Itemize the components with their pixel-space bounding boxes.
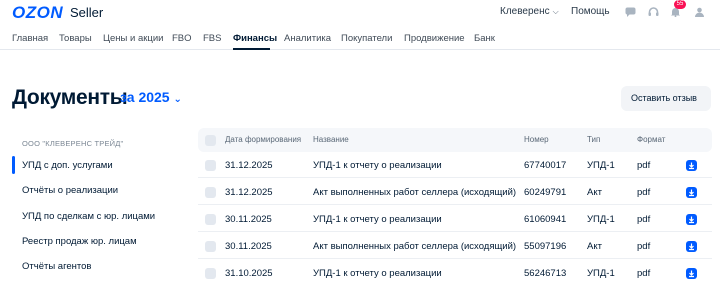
cell-number: 55097196 <box>524 241 567 252</box>
column-header-date[interactable]: Дата формирования <box>225 135 301 144</box>
chevron-down-icon: ⌵ <box>552 7 559 16</box>
top-bar: OZON Seller Клеверенс ⌵ Помощь 55 <box>0 0 720 26</box>
nav-item-fbs[interactable]: FBS <box>203 33 221 44</box>
cell-type: УПД-1 <box>587 268 615 279</box>
cell-number: 60249791 <box>524 187 567 198</box>
cell-date: 30.11.2025 <box>225 214 272 225</box>
sidebar-item-agent-reports[interactable]: Отчёты агентов <box>22 261 91 272</box>
period-label: за 2025 <box>120 89 170 105</box>
help-link[interactable]: Помощь <box>571 6 610 17</box>
company-selector[interactable]: Клеверенс ⌵ <box>500 6 559 17</box>
cell-number: 67740017 <box>524 160 567 171</box>
cell-format: pdf <box>637 187 651 198</box>
row-checkbox[interactable] <box>205 241 216 252</box>
chevron-down-icon: ⌄ <box>173 94 182 105</box>
cell-format: pdf <box>637 268 651 279</box>
seller-label: Seller <box>70 5 104 20</box>
cell-format: pdf <box>637 214 651 225</box>
sidebar-item-sales-reports[interactable]: Отчёты о реализации <box>22 185 118 196</box>
sidebar-item-upd-services[interactable]: УПД с доп. услугами <box>22 160 113 171</box>
nav-item-main[interactable]: Главная <box>12 33 48 44</box>
cell-number: 61060941 <box>524 214 567 225</box>
table-row[interactable]: 30.11.2025 УПД-1 к отчету о реализации 6… <box>198 206 712 232</box>
cell-type: УПД-1 <box>587 160 615 171</box>
cell-name: Акт выполненных работ селлера (исходящий… <box>313 241 517 252</box>
download-icon[interactable] <box>686 241 697 252</box>
chat-icon[interactable] <box>625 7 636 17</box>
cell-type: УПД-1 <box>587 214 615 225</box>
column-header-number[interactable]: Номер <box>524 135 549 144</box>
cell-type: Акт <box>587 241 602 252</box>
cell-date: 31.10.2025 <box>225 268 273 279</box>
page-title: Документы <box>12 86 128 109</box>
sidebar-item-upd-legal[interactable]: УПД по сделкам с юр. лицами <box>22 211 155 222</box>
row-checkbox[interactable] <box>205 214 216 225</box>
cell-name: УПД-1 к отчету о реализации <box>313 268 442 279</box>
download-icon[interactable] <box>686 187 697 198</box>
leave-review-button[interactable]: Оставить отзыв <box>621 86 711 111</box>
nav-item-promotion[interactable]: Продвижение <box>404 33 465 44</box>
nav-item-products[interactable]: Товары <box>59 33 92 44</box>
table-header: Дата формирования Название Номер Тип Фор… <box>198 128 712 152</box>
row-checkbox[interactable] <box>205 160 216 171</box>
column-header-name[interactable]: Название <box>313 135 349 144</box>
ozon-logo[interactable]: OZON <box>12 3 63 23</box>
table-row[interactable]: 31.12.2025 Акт выполненных работ селлера… <box>198 179 712 205</box>
nav-item-fbo[interactable]: FBO <box>172 33 192 44</box>
sidebar-active-indicator <box>12 156 15 174</box>
column-header-format[interactable]: Формат <box>637 135 665 144</box>
cell-name: Акт выполненных работ селлера (исходящий… <box>313 187 517 198</box>
table-row[interactable]: 30.11.2025 Акт выполненных работ селлера… <box>198 233 712 259</box>
row-checkbox[interactable] <box>205 187 216 198</box>
cell-date: 30.11.2025 <box>225 241 272 252</box>
column-header-type[interactable]: Тип <box>587 135 600 144</box>
sidebar-item-sales-registry[interactable]: Реестр продаж юр. лицам <box>22 236 137 247</box>
cell-number: 56246713 <box>524 268 567 279</box>
nav-active-underline <box>233 48 270 50</box>
nav-item-bank[interactable]: Банк <box>474 33 495 44</box>
download-icon[interactable] <box>686 214 697 225</box>
table-row[interactable]: 31.10.2025 УПД-1 к отчету о реализации 5… <box>198 260 712 286</box>
select-all-checkbox[interactable] <box>205 135 216 146</box>
table-row[interactable]: 31.12.2025 УПД-1 к отчету о реализации 6… <box>198 152 712 178</box>
notifications-badge: 55 <box>674 0 686 9</box>
cell-date: 31.12.2025 <box>225 187 273 198</box>
documents-table: Дата формирования Название Номер Тип Фор… <box>198 128 712 284</box>
avatar-icon[interactable] <box>694 7 705 17</box>
download-icon[interactable] <box>686 160 697 171</box>
cell-name: УПД-1 к отчету о реализации <box>313 160 442 171</box>
headset-icon[interactable] <box>648 7 659 17</box>
cell-type: Акт <box>587 187 602 198</box>
period-selector[interactable]: за 2025 ⌄ <box>120 89 182 105</box>
nav-item-finance[interactable]: Финансы <box>233 33 277 44</box>
company-name: Клеверенс <box>500 6 550 17</box>
row-checkbox[interactable] <box>205 268 216 279</box>
cell-date: 31.12.2025 <box>225 160 273 171</box>
cell-format: pdf <box>637 160 651 171</box>
organization-name: ООО "КЛЕВЕРЕНС ТРЕЙД" <box>22 139 124 148</box>
nav-item-prices[interactable]: Цены и акции <box>103 33 163 44</box>
download-icon[interactable] <box>686 268 697 279</box>
cell-name: УПД-1 к отчету о реализации <box>313 214 442 225</box>
cell-format: pdf <box>637 241 651 252</box>
main-nav: Главная Товары Цены и акции FBO FBS Фина… <box>0 30 720 50</box>
nav-item-customers[interactable]: Покупатели <box>341 33 392 44</box>
nav-item-analytics[interactable]: Аналитика <box>284 33 331 44</box>
